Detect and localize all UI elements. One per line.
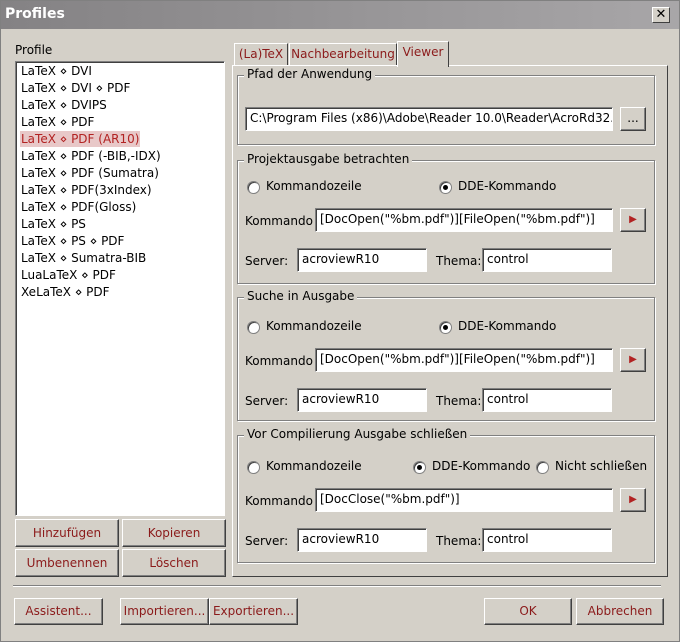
delete-profile-button[interactable]: Löschen <box>122 549 226 577</box>
profile-list-item[interactable]: LaTeX ⋄ DVIPS <box>20 97 108 113</box>
view-cmdline-label: Kommandozeile <box>266 179 362 193</box>
view-server-input[interactable]: acroviewR10 <box>297 248 427 272</box>
copy-profile-button[interactable]: Kopieren <box>122 519 226 547</box>
close-command-menu-button[interactable]: ▶ <box>620 488 646 512</box>
search-topic-label: Thema: <box>436 394 482 408</box>
close-dde-label: DDE-Kommando <box>432 459 531 473</box>
tab-viewer[interactable]: Viewer <box>397 41 449 67</box>
profile-list-item[interactable]: LaTeX ⋄ PS <box>20 216 87 232</box>
view-dde-radio[interactable] <box>439 181 452 194</box>
view-dde-label: DDE-Kommando <box>458 179 557 193</box>
export-button[interactable]: Exportieren... <box>209 598 298 625</box>
add-profile-button[interactable]: Hinzufügen <box>15 519 119 547</box>
view-topic-input[interactable]: control <box>482 248 612 272</box>
view-output-group-title: Projektausgabe betrachten <box>244 152 413 166</box>
profile-list-item[interactable]: LaTeX ⋄ PDF(3xIndex) <box>20 182 153 198</box>
profile-list-item[interactable]: LaTeX ⋄ PDF (AR10) <box>20 131 141 147</box>
profile-list-label: Profile <box>15 43 53 57</box>
search-command-input[interactable]: [DocOpen("%bm.pdf")][FileOpen("%bm.pdf")… <box>315 348 613 372</box>
search-dde-label: DDE-Kommando <box>458 319 557 333</box>
close-server-input[interactable]: acroviewR10 <box>297 528 427 552</box>
profile-list-item[interactable]: LaTeX ⋄ Sumatra-BIB <box>20 250 147 266</box>
profile-list-item[interactable]: LuaLaTeX ⋄ PDF <box>20 267 117 283</box>
tab-latex[interactable]: (La)TeX <box>234 43 288 65</box>
close-topic-input[interactable]: control <box>482 528 612 552</box>
ok-button[interactable]: OK <box>484 598 572 625</box>
app-path-group-title: Pfad der Anwendung <box>244 67 376 81</box>
close-none-label: Nicht schließen <box>555 459 648 473</box>
view-command-menu-button[interactable]: ▶ <box>620 208 646 232</box>
assistant-button[interactable]: Assistent... <box>14 598 103 625</box>
profile-list-item[interactable]: LaTeX ⋄ PDF(Gloss) <box>20 199 137 215</box>
profile-list-item[interactable]: LaTeX ⋄ DVI <box>20 63 93 79</box>
triangle-right-icon: ▶ <box>629 354 637 365</box>
view-command-label: Kommando <box>245 214 313 228</box>
search-server-input[interactable]: acroviewR10 <box>297 388 427 412</box>
search-cmdline-radio[interactable] <box>247 321 260 334</box>
search-server-label: Server: <box>245 394 289 408</box>
tab-nachbearbeitung[interactable]: Nachbearbeitung <box>289 43 397 65</box>
profile-list-item[interactable]: LaTeX ⋄ PDF <box>20 114 95 130</box>
search-command-menu-button[interactable]: ▶ <box>620 348 646 372</box>
profile-list-item[interactable]: LaTeX ⋄ PDF (Sumatra) <box>20 165 160 181</box>
cancel-button[interactable]: Abbrechen <box>576 598 664 625</box>
triangle-right-icon: ▶ <box>629 494 637 505</box>
close-command-label: Kommando <box>245 494 313 508</box>
rename-profile-button[interactable]: Umbenennen <box>15 549 119 577</box>
close-group-title: Vor Compilierung Ausgabe schließen <box>244 427 471 441</box>
profile-list-item[interactable]: LaTeX ⋄ PDF (-BIB,-IDX) <box>20 148 162 164</box>
search-dde-radio[interactable] <box>439 321 452 334</box>
profile-list-item[interactable]: LaTeX ⋄ PS ⋄ PDF <box>20 233 125 249</box>
close-command-input[interactable]: [DocClose("%bm.pdf")] <box>315 488 613 512</box>
search-output-group-title: Suche in Ausgabe <box>244 289 358 303</box>
search-topic-input[interactable]: control <box>482 388 612 412</box>
title-bar[interactable]: Profiles ✕ <box>1 1 679 29</box>
close-icon: ✕ <box>655 7 667 22</box>
view-server-label: Server: <box>245 254 289 268</box>
browse-path-button[interactable]: ... <box>620 107 646 131</box>
profile-list-item[interactable]: LaTeX ⋄ DVI ⋄ PDF <box>20 80 131 96</box>
view-topic-label: Thema: <box>436 254 482 268</box>
app-path-input[interactable]: C:\Program Files (x86)\Adobe\Reader 10.0… <box>245 107 613 131</box>
view-command-input[interactable]: [DocOpen("%bm.pdf")][FileOpen("%bm.pdf")… <box>315 208 613 232</box>
search-cmdline-label: Kommandozeile <box>266 319 362 333</box>
profile-list[interactable]: LaTeX ⋄ DVI LaTeX ⋄ DVI ⋄ PDF LaTeX ⋄ DVIP… <box>15 61 225 516</box>
close-cmdline-label: Kommandozeile <box>266 459 362 473</box>
profile-list-item[interactable]: XeLaTeX ⋄ PDF <box>20 284 111 300</box>
close-none-radio[interactable] <box>536 461 549 474</box>
close-cmdline-radio[interactable] <box>247 461 260 474</box>
profiles-dialog: Profiles ✕ Profile LaTeX ⋄ DVI LaTeX ⋄ DV… <box>0 0 680 642</box>
window-title: Profiles <box>5 6 65 22</box>
view-cmdline-radio[interactable] <box>247 181 260 194</box>
import-button[interactable]: Importieren... <box>120 598 209 625</box>
close-server-label: Server: <box>245 534 289 548</box>
close-button[interactable]: ✕ <box>652 7 670 23</box>
footer-separator <box>13 585 661 587</box>
triangle-right-icon: ▶ <box>629 214 637 225</box>
search-command-label: Kommando <box>245 354 313 368</box>
close-topic-label: Thema: <box>436 534 482 548</box>
close-dde-radio[interactable] <box>413 461 426 474</box>
